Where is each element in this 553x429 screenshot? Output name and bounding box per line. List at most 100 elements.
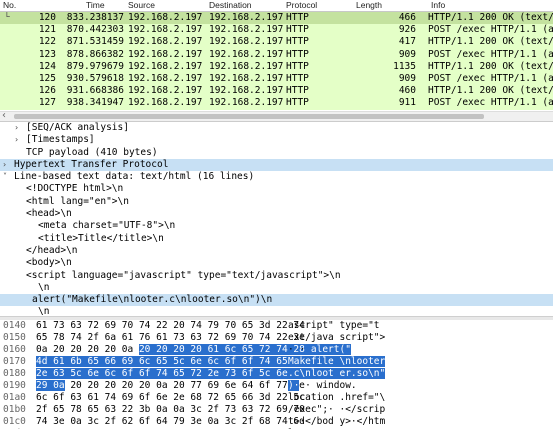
- details-tree-item[interactable]: › Hypertext Transfer Protocol: [0, 158, 553, 172]
- bytes-hex[interactable]: 65 78 74 2f 6a 61 76 61 73 63 72 69 70 7…: [36, 332, 305, 344]
- hex-bytes: 20 20 20 20 20 0a 20 77 69 6e 64 6f 77 2…: [64, 380, 305, 391]
- packet-length: 466: [398, 12, 416, 23]
- details-tree-item[interactable]: <head>\n: [0, 208, 553, 220]
- packet-time: 871.531459: [66, 36, 124, 48]
- packet-protocol: HTTP: [286, 24, 309, 36]
- packet-length: 460: [398, 85, 416, 97]
- hex-bytes: 74 3e 0a 3c 2f 62 6f 64 79 3e 0a 3c 2f 6…: [36, 416, 305, 427]
- packet-no: 123: [38, 48, 56, 60]
- bytes-hex[interactable]: 2f 65 78 65 63 22 3b 0a 0a 3c 2f 73 63 7…: [36, 404, 305, 416]
- bytes-offset: 0140: [3, 320, 26, 331]
- packet-destination: 192.168.2.197: [209, 85, 284, 97]
- packet-row[interactable]: └ 120 833.238137 192.168.2.197 192.168.2.197…: [0, 12, 553, 25]
- packet-time: 878.866382: [66, 48, 124, 60]
- details-tree-item[interactable]: alert("Makefile\nlooter.c\nlooter.so\n")…: [0, 294, 553, 307]
- details-tree-item[interactable]: <title>Title</title>\n: [0, 233, 553, 245]
- hex-bytes: 6c 6f 63 61 74 69 6f 6e 2e 68 72 65 66 3…: [36, 392, 305, 403]
- details-tree-item[interactable]: <body>\n: [0, 257, 553, 269]
- details-tree-item[interactable]: <meta charset="UTF-8">\n: [0, 220, 553, 232]
- details-tree-label: [SEQ/ACK analysis]: [26, 122, 129, 133]
- packet-protocol: HTTP: [286, 85, 309, 97]
- column-header-length[interactable]: Length: [356, 0, 420, 11]
- bytes-hex[interactable]: 6c 6f 63 61 74 69 6f 6e 2e 68 72 65 66 3…: [36, 392, 305, 404]
- packet-length: 417: [398, 36, 416, 48]
- collapsed-chevron-icon[interactable]: ›: [15, 122, 18, 134]
- details-tree-item[interactable]: › [Timestamps]: [0, 134, 553, 146]
- ascii-bytes: · window.: [299, 380, 357, 391]
- packet-info: HTTP/1.1 200 OK (text/html): [428, 60, 553, 72]
- bytes-ascii[interactable]: Makefile \nlooter: [288, 356, 386, 368]
- details-tree-item[interactable]: ˅ Line-based text data: text/html (16 lin…: [0, 171, 553, 183]
- packet-row[interactable]: 122 871.531459 192.168.2.197 192.168.2.197 H…: [0, 36, 553, 49]
- bytes-ascii[interactable]: .c\nloot er.so\n": [288, 368, 386, 380]
- details-tree-item[interactable]: <!DOCTYPE html>\n: [0, 183, 553, 195]
- packet-list: No. Time Source Destination Protocol Len…: [0, 0, 553, 111]
- bytes-hex[interactable]: 0a 20 20 20 20 0a 20 20 20 20 61 6c 65 7…: [36, 344, 322, 356]
- hex-bytes: 65 78 74 2f 6a 61 76 61 73 63 72 69 70 7…: [36, 332, 305, 343]
- selected-hex-bytes: 4d 61 6b 65 66 69 6c 65 5c 6e 6c 6f 6f 7…: [36, 356, 305, 367]
- bytes-ascii[interactable]: ascript" type="t: [288, 320, 380, 332]
- details-tree-label: Hypertext Transfer Protocol: [14, 158, 169, 170]
- ascii-bytes: t>·</bod y>·</htm: [288, 416, 386, 427]
- packet-info: POST /exec HTTP/1.1 (application: [428, 72, 553, 84]
- details-tree-item[interactable]: <script language="javascript" type="text…: [0, 270, 553, 282]
- ascii-bytes: ext/java script">: [288, 332, 386, 343]
- expanded-chevron-icon[interactable]: ˅: [3, 171, 7, 183]
- packet-protocol: HTTP: [286, 48, 309, 60]
- column-header-protocol[interactable]: Protocol: [286, 0, 346, 11]
- details-tree-item[interactable]: TCP payload (410 bytes): [0, 147, 553, 159]
- hex-bytes: 61 73 63 72 69 70 74 22 20 74 79 70 65 3…: [36, 320, 305, 331]
- bytes-offset: 01b0: [3, 404, 26, 415]
- bytes-row: 0180 2e 63 5c 6e 6c 6f 6f 74 65 72 2e 73 …: [0, 368, 553, 380]
- bytes-hex[interactable]: 2e 63 5c 6e 6c 6f 6f 74 65 72 2e 73 6f 5…: [36, 368, 305, 380]
- details-tree-item[interactable]: <html lang="en">\n: [0, 196, 553, 208]
- packet-source: 192.168.2.197: [128, 60, 203, 72]
- packet-row[interactable]: 124 879.979679 192.168.2.197 192.168.2.197 H…: [0, 60, 553, 73]
- bytes-offset: 0170: [3, 356, 26, 367]
- bytes-row: 01c0 74 3e 0a 3c 2f 62 6f 64 79 3e 0a 3c …: [0, 416, 553, 428]
- bytes-ascii[interactable]: · · alert(": [288, 344, 351, 356]
- bytes-hex[interactable]: 4d 61 6b 65 66 69 6c 65 5c 6e 6c 6f 6f 7…: [36, 356, 305, 368]
- bytes-ascii[interactable]: /exec";· ·</scrip: [288, 404, 385, 416]
- packet-info: POST /exec HTTP/1.1 (application: [428, 24, 553, 36]
- collapsed-chevron-icon[interactable]: ›: [15, 134, 18, 146]
- packet-no: 127: [38, 97, 56, 109]
- bytes-ascii[interactable]: t>·</bod y>·</htm: [288, 416, 385, 428]
- column-header-source[interactable]: Source: [128, 0, 208, 11]
- details-tree-item[interactable]: \n: [0, 306, 553, 316]
- packet-source: 192.168.2.197: [128, 36, 203, 48]
- packet-info: HTTP/1.1 200 OK (text/html): [428, 36, 553, 48]
- details-tree-item[interactable]: › [SEQ/ACK analysis]: [0, 122, 553, 134]
- bytes-offset: 01a0: [3, 392, 26, 403]
- details-tree-item[interactable]: </head>\n: [0, 245, 553, 257]
- packet-source: 192.168.2.197: [128, 97, 203, 109]
- packet-row[interactable]: 126 931.668386 192.168.2.197 192.168.2.197 H…: [0, 85, 553, 98]
- scrollbar-thumb[interactable]: [14, 114, 484, 119]
- bytes-ascii[interactable]: location .href="\: [288, 392, 385, 404]
- packet-row[interactable]: 121 870.442303 192.168.2.197 192.168.2.197 H…: [0, 24, 553, 37]
- packet-row[interactable]: 127 938.341947 192.168.2.197 192.168.2.197 H…: [0, 97, 553, 110]
- details-tree-label: \n: [38, 306, 50, 316]
- packet-length: 926: [398, 24, 416, 36]
- column-header-no[interactable]: No.: [3, 0, 47, 11]
- ascii-bytes: ascript" type="t: [288, 320, 380, 331]
- bytes-ascii[interactable]: )· · window.: [288, 380, 357, 392]
- bytes-hex[interactable]: 61 73 63 72 69 70 74 22 20 74 79 70 65 3…: [36, 320, 305, 332]
- bytes-offset: 0190: [3, 380, 26, 391]
- packet-no: 126: [38, 85, 56, 97]
- packet-time: 938.341947: [66, 97, 124, 109]
- scroll-left-icon[interactable]: ‹: [2, 110, 6, 121]
- packet-length: 911: [398, 97, 416, 109]
- details-tree-item[interactable]: \n: [0, 282, 553, 294]
- column-header-destination[interactable]: Destination: [209, 0, 289, 11]
- packet-protocol: HTTP: [286, 60, 309, 72]
- bytes-hex[interactable]: 29 0a 20 20 20 20 20 0a 20 77 69 6e 64 6…: [36, 380, 305, 392]
- column-header-info[interactable]: Info: [431, 0, 553, 11]
- bytes-hex[interactable]: 74 3e 0a 3c 2f 62 6f 64 79 3e 0a 3c 2f 6…: [36, 416, 305, 428]
- collapsed-chevron-icon[interactable]: ›: [3, 159, 6, 171]
- packet-list-horizontal-scrollbar[interactable]: ‹: [0, 110, 553, 122]
- bytes-ascii[interactable]: ext/java script">: [288, 332, 385, 344]
- packet-row[interactable]: 125 930.579618 192.168.2.197 192.168.2.197 H…: [0, 72, 553, 86]
- packet-details-tree: › [SEQ/ACK analysis] › [Timestamps] TCP payl…: [0, 122, 553, 316]
- packet-row[interactable]: 123 878.866382 192.168.2.197 192.168.2.197 H…: [0, 48, 553, 61]
